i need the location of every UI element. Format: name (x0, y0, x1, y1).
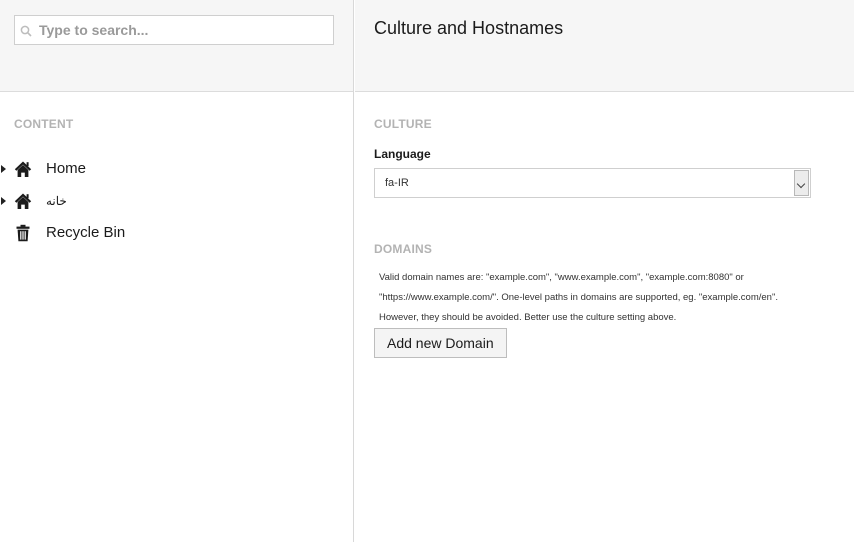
language-label: Language (374, 147, 431, 161)
search-box[interactable] (14, 15, 334, 45)
tree-item-khaneh[interactable]: خانه (0, 189, 300, 213)
language-select[interactable]: fa-IR (374, 168, 811, 198)
tree-item-home[interactable]: Home (0, 157, 300, 181)
panel-header: Culture and Hostnames (355, 0, 854, 92)
chevron-down-icon[interactable] (794, 170, 809, 196)
culture-hostnames-panel: Culture and Hostnames CULTURE Language f… (355, 0, 854, 542)
tree-item-label[interactable]: Home (46, 160, 86, 177)
domains-section-label: DOMAINS (374, 242, 433, 256)
content-section-label: CONTENT (14, 117, 74, 131)
trash-icon (16, 224, 30, 242)
page-title: Culture and Hostnames (374, 18, 564, 38)
add-domain-button[interactable]: Add new Domain (374, 328, 507, 358)
content-tree-pane: CONTENT Home خانه Recycle Bin (0, 0, 354, 542)
tree-item-recycle-bin[interactable]: Recycle Bin (0, 221, 300, 245)
expand-caret-icon[interactable] (1, 197, 6, 205)
search-input[interactable] (39, 16, 329, 44)
tree-item-label[interactable]: خانه (46, 194, 67, 208)
search-icon (20, 25, 32, 37)
home-icon (14, 161, 32, 177)
home-icon (14, 193, 32, 209)
search-header (0, 0, 353, 92)
culture-section-label: CULTURE (374, 117, 432, 131)
expand-caret-icon[interactable] (1, 165, 6, 173)
language-select-value[interactable]: fa-IR (385, 177, 409, 189)
tree-item-label[interactable]: Recycle Bin (46, 224, 125, 241)
domains-help-text: Valid domain names are: "example.com", "… (379, 272, 778, 323)
